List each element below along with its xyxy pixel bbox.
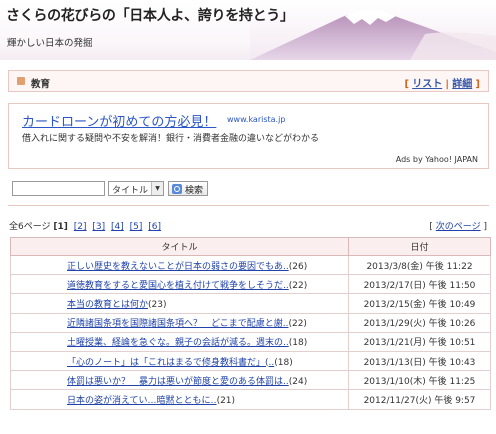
comment-count: (24) xyxy=(288,376,308,387)
search-field-select[interactable]: タイトル ▼ xyxy=(108,181,164,196)
site-title[interactable]: さくらの花びらの「日本人よ、誇りを持とう」 xyxy=(6,5,294,25)
page-link-6[interactable]: [6] xyxy=(148,222,161,232)
article-date: 2013/1/29(火) 午後 10:26 xyxy=(348,312,491,333)
next-page-link[interactable]: 次のページ xyxy=(436,222,481,232)
table-row: 「心のノート」は「これはまるで修身教科書だ」(..(18) 2013/1/13(… xyxy=(10,350,491,372)
ad-box: カードローンが初めての方必見！ www.karista.jp 借入れに関する疑問… xyxy=(8,103,489,169)
link-separator: | xyxy=(445,79,450,90)
article-title-link[interactable]: 日本の姿が消えてい…暗黙とともに‥ xyxy=(67,396,217,406)
page-link-2[interactable]: [2] xyxy=(74,222,87,232)
article-title-link[interactable]: 土曜授業、経論を急ぐな。親子の会話が減る。週末の.. xyxy=(67,338,289,348)
comment-count: (18) xyxy=(274,357,293,368)
search-input[interactable] xyxy=(12,181,105,196)
article-title-link[interactable]: 体罰は悪いか？ 暴力は悪いが節度と愛のある体罰は.. xyxy=(67,377,289,387)
article-title-link[interactable]: 道徳教育をすると愛国心を植え付けて戦争をしそうだ.. xyxy=(67,281,289,291)
ad-title-link[interactable]: カードローンが初めての方必見！ xyxy=(22,111,216,130)
current-page: [1] xyxy=(53,222,68,232)
table-row: 近隣諸国条項を国際諸国条項へ？ どこまで配慮と謝..(22) 2013/1/29… xyxy=(10,312,491,333)
article-title-link[interactable]: 本当の教育とは何か xyxy=(67,300,148,310)
comment-count: (22) xyxy=(288,280,308,291)
page-link-4[interactable]: [4] xyxy=(111,222,124,232)
ad-credit[interactable]: Ads by Yahoo! JAPAN xyxy=(396,155,478,164)
article-date: 2013/2/15(金) 午後 10:49 xyxy=(348,293,491,314)
article-date: 2013/1/10(木) 午後 11:25 xyxy=(348,370,491,391)
article-date: 2013/3/8(金) 午後 11:22 xyxy=(348,254,491,276)
article-title-link[interactable]: 「心のノート」は「これはまるで修身教科書だ」(.. xyxy=(67,358,274,368)
chevron-down-icon: ▼ xyxy=(151,182,163,195)
table-row: 体罰は悪いか？ 暴力は悪いが節度と愛のある体罰は..(24) 2013/1/10… xyxy=(10,370,491,391)
comment-count: (23) xyxy=(148,299,167,310)
bracket-close: ] xyxy=(475,79,480,90)
comment-count: (26) xyxy=(288,261,308,272)
table-row: 本当の教育とは何か(23) 2013/2/15(金) 午後 10:49 xyxy=(10,293,491,314)
view-mode-links: [ リスト | 詳細 ] xyxy=(404,75,480,90)
article-date: 2013/1/21(月) 午後 10:51 xyxy=(348,331,491,352)
search-select-value: タイトル xyxy=(112,186,149,196)
next-bracket-close: ] xyxy=(483,222,487,232)
bracket-open: [ xyxy=(404,79,410,90)
comment-count: (22) xyxy=(288,319,307,330)
article-date: 2012/11/27(火) 午後 9:57 xyxy=(348,389,491,410)
site-header: さくらの花びらの「日本人よ、誇りを持とう」 輝かしい日本の発掘 xyxy=(0,0,496,60)
table-row: 道徳教育をすると愛国心を植え付けて戦争をしそうだ..(22) 2013/2/17… xyxy=(10,274,491,295)
detail-view-link[interactable]: 詳細 xyxy=(452,79,472,90)
ad-url[interactable]: www.karista.jp xyxy=(227,115,285,124)
total-pages-label: 全6ページ xyxy=(9,222,51,232)
page-link-3[interactable]: [3] xyxy=(92,222,105,232)
article-date: 2013/2/17(日) 午後 11:50 xyxy=(348,274,491,295)
table-row: 土曜授業、経論を急ぐな。親子の会話が減る。週末の..(18) 2013/1/21… xyxy=(10,331,491,352)
table-row: 日本の姿が消えてい…暗黙とともに‥(21) 2012/11/27(火) 午後 9… xyxy=(10,389,491,410)
list-view-link[interactable]: リスト xyxy=(412,79,442,90)
comment-count: (21) xyxy=(216,395,236,406)
next-page-nav: [ 次のページ ] xyxy=(429,219,487,232)
article-title-link[interactable]: 近隣諸国条項を国際諸国条項へ？ どこまで配慮と謝.. xyxy=(67,319,288,329)
search-button-label: 検索 xyxy=(185,186,204,196)
article-title-link[interactable]: 正しい歴史を教えないことが日本の弱さの要因でもあ.. xyxy=(67,262,289,272)
category-title: 教育 xyxy=(31,79,51,90)
category-bar: 教育 [ リスト | 詳細 ] xyxy=(8,70,489,92)
next-bracket-open: [ xyxy=(429,222,433,232)
article-list-table: タイトル 日付 正しい歴史を教えないことが日本の弱さの要因でもあ..(26) 2… xyxy=(10,237,491,410)
ad-description: 借入れに関する疑問や不安を解消！銀行・消費者金融の違いなどがわかる xyxy=(22,134,320,144)
site-subtitle: 輝かしい日本の発掘 xyxy=(7,38,93,49)
column-header-date[interactable]: 日付 xyxy=(348,237,491,256)
article-date: 2013/1/13(日) 午後 10:43 xyxy=(348,350,491,372)
table-row: 正しい歴史を教えないことが日本の弱さの要因でもあ..(26) 2013/3/8(… xyxy=(10,254,491,276)
table-header-row: タイトル 日付 xyxy=(10,237,491,256)
pagination: 全6ページ [1] [2] [3] [4] [5] [6] xyxy=(9,219,161,232)
comment-count: (18) xyxy=(288,338,308,349)
page-link-5[interactable]: [5] xyxy=(130,222,143,232)
category-icon xyxy=(17,77,25,85)
column-header-title[interactable]: タイトル xyxy=(10,237,349,256)
search-button[interactable]: 検索 xyxy=(168,181,208,196)
divider xyxy=(8,205,489,206)
search-icon xyxy=(172,184,182,194)
